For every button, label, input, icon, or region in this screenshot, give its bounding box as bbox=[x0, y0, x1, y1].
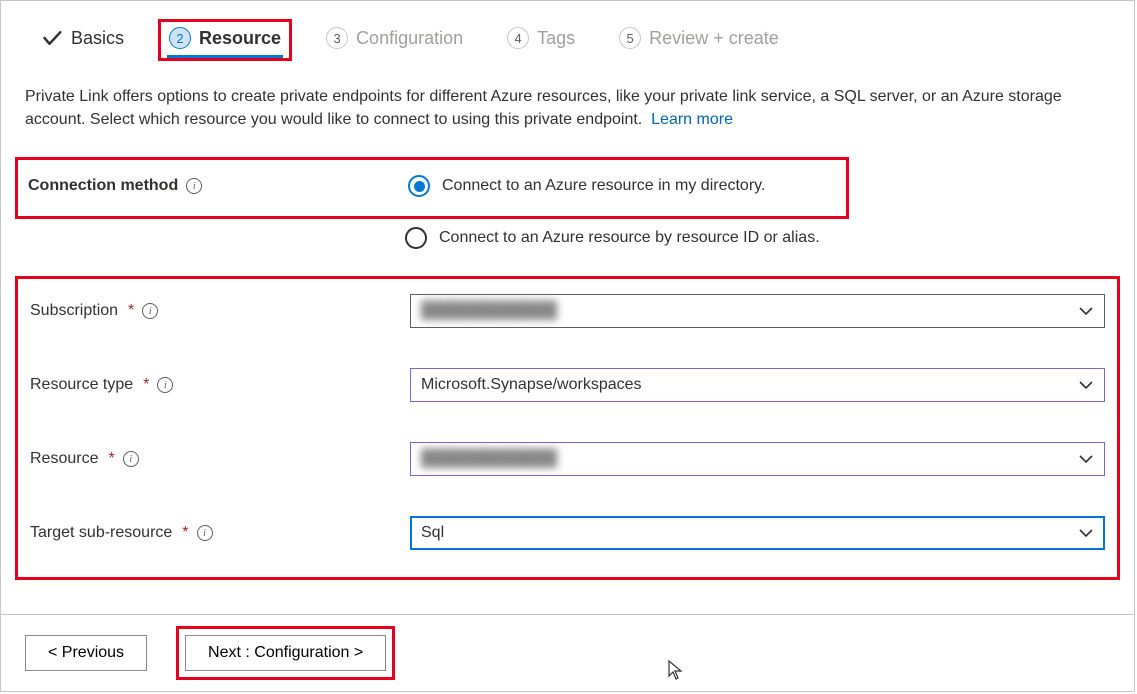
resource-fields-highlight: Subscription * i ████████████ Resource t… bbox=[15, 276, 1120, 580]
step-number: 2 bbox=[169, 27, 191, 49]
resource-ctrl: ████████████ bbox=[410, 442, 1105, 476]
field-label: Resource bbox=[30, 450, 98, 468]
field-label: Subscription bbox=[30, 302, 118, 320]
step-number: 3 bbox=[326, 27, 348, 49]
resource-type-label-cell: Resource type * i bbox=[30, 376, 410, 394]
tab-label: Basics bbox=[71, 28, 124, 49]
field-label: Resource type bbox=[30, 376, 133, 394]
tab-resource[interactable]: 2 Resource bbox=[158, 19, 292, 61]
field-label: Target sub-resource bbox=[30, 524, 172, 542]
connection-method-highlight: Connection method i Connect to an Azure … bbox=[15, 157, 849, 219]
checkmark-icon bbox=[41, 27, 63, 49]
info-icon[interactable]: i bbox=[186, 178, 202, 194]
required-marker: * bbox=[143, 376, 149, 394]
next-configuration-button[interactable]: Next : Configuration > bbox=[185, 635, 386, 671]
info-icon[interactable]: i bbox=[157, 377, 173, 393]
select-value: Microsoft.Synapse/workspaces bbox=[421, 376, 642, 394]
info-icon[interactable]: i bbox=[123, 451, 139, 467]
select-value: Sql bbox=[421, 524, 444, 542]
subscription-row: Subscription * i ████████████ bbox=[20, 285, 1115, 337]
required-marker: * bbox=[128, 302, 134, 320]
wizard-tabs: Basics 2 Resource 3 Configuration 4 Tags… bbox=[1, 1, 1134, 61]
select-value: ████████████ bbox=[421, 450, 557, 468]
private-endpoint-wizard: Basics 2 Resource 3 Configuration 4 Tags… bbox=[0, 0, 1135, 692]
radio-connect-resource-id[interactable]: Connect to an Azure resource by resource… bbox=[405, 223, 1110, 253]
tab-label: Configuration bbox=[356, 28, 463, 49]
step-number: 4 bbox=[507, 27, 529, 49]
subscription-select[interactable]: ████████████ bbox=[410, 294, 1105, 328]
chevron-down-icon bbox=[1078, 451, 1094, 467]
radio-connect-directory[interactable]: Connect to an Azure resource in my direc… bbox=[408, 171, 836, 201]
chevron-down-icon bbox=[1078, 377, 1094, 393]
step-number: 5 bbox=[619, 27, 641, 49]
target-sub-resource-label-cell: Target sub-resource * i bbox=[30, 524, 410, 542]
radio-label: Connect to an Azure resource by resource… bbox=[439, 229, 820, 247]
target-sub-resource-select[interactable]: Sql bbox=[410, 516, 1105, 550]
chevron-down-icon bbox=[1078, 303, 1094, 319]
connection-option-1-cell: Connect to an Azure resource in my direc… bbox=[408, 171, 836, 201]
info-icon[interactable]: i bbox=[197, 525, 213, 541]
tab-tags[interactable]: 4 Tags bbox=[497, 19, 585, 61]
connection-method-row: Connection method i Connect to an Azure … bbox=[18, 162, 846, 210]
resource-form: Connection method i Connect to an Azure … bbox=[1, 131, 1134, 580]
tab-label: Resource bbox=[199, 28, 281, 49]
radio-button-icon bbox=[405, 227, 427, 249]
target-sub-resource-ctrl: Sql bbox=[410, 516, 1105, 550]
description-text: Private Link offers options to create pr… bbox=[25, 88, 1062, 128]
resource-type-select[interactable]: Microsoft.Synapse/workspaces bbox=[410, 368, 1105, 402]
info-icon[interactable]: i bbox=[142, 303, 158, 319]
field-label: Connection method bbox=[28, 177, 178, 195]
target-sub-resource-row: Target sub-resource * i Sql bbox=[20, 507, 1115, 559]
select-value: ████████████ bbox=[421, 302, 557, 320]
tab-configuration[interactable]: 3 Configuration bbox=[316, 19, 473, 61]
subscription-label-cell: Subscription * i bbox=[30, 302, 410, 320]
tab-basics[interactable]: Basics bbox=[31, 19, 134, 61]
tab-label: Review + create bbox=[649, 28, 779, 49]
tab-label: Tags bbox=[537, 28, 575, 49]
subscription-ctrl: ████████████ bbox=[410, 294, 1105, 328]
radio-label: Connect to an Azure resource in my direc… bbox=[442, 177, 765, 195]
wizard-footer: < Previous Next : Configuration > bbox=[1, 614, 1134, 691]
connection-method-label-cell: Connection method i bbox=[28, 177, 408, 195]
learn-more-link[interactable]: Learn more bbox=[651, 111, 733, 128]
resource-type-row: Resource type * i Microsoft.Synapse/work… bbox=[20, 359, 1115, 411]
tab-review-create[interactable]: 5 Review + create bbox=[609, 19, 789, 61]
required-marker: * bbox=[182, 524, 188, 542]
cursor-icon bbox=[667, 659, 685, 681]
required-marker: * bbox=[108, 450, 114, 468]
previous-button[interactable]: < Previous bbox=[25, 635, 147, 671]
radio-button-icon bbox=[408, 175, 430, 197]
resource-row: Resource * i ████████████ bbox=[20, 433, 1115, 485]
resource-type-ctrl: Microsoft.Synapse/workspaces bbox=[410, 368, 1105, 402]
resource-select[interactable]: ████████████ bbox=[410, 442, 1105, 476]
resource-label-cell: Resource * i bbox=[30, 450, 410, 468]
chevron-down-icon bbox=[1078, 525, 1094, 541]
connection-option-2-row: Connect to an Azure resource by resource… bbox=[15, 219, 1120, 262]
resource-step-description: Private Link offers options to create pr… bbox=[1, 61, 1134, 131]
